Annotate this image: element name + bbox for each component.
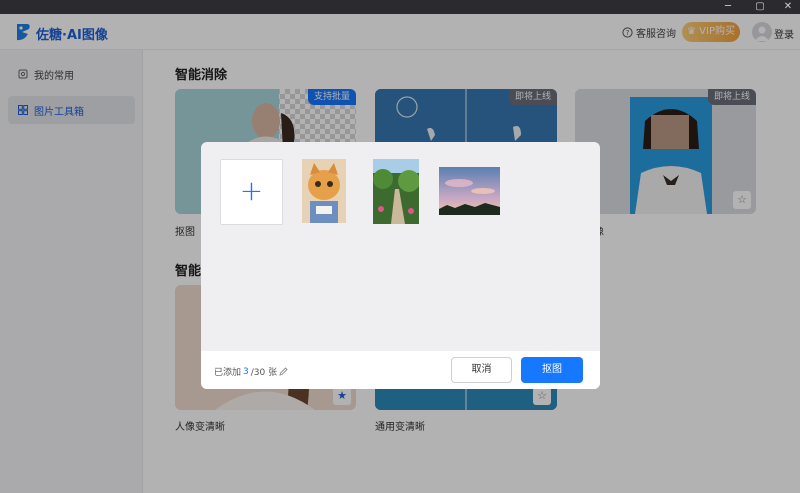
- plus-icon: +: [239, 174, 264, 207]
- add-image-button[interactable]: +: [220, 159, 283, 225]
- cutout-confirm-button[interactable]: 抠图: [521, 357, 583, 383]
- count-prefix: 已添加: [214, 368, 242, 378]
- garden-path-photo-thumbnail: [373, 159, 419, 224]
- dialog-footer: 已添加 3 /30 张 取消 抠图: [201, 351, 600, 389]
- cancel-button[interactable]: 取消: [451, 357, 512, 383]
- sunset-photo-thumbnail: [439, 167, 500, 215]
- batch-upload-dialog: + 已添加 3 /30 张 取消 抠图: [201, 142, 600, 389]
- count-current: 3: [243, 366, 249, 377]
- minimize-icon[interactable]: ─: [716, 0, 740, 14]
- uploaded-image-thumbnail[interactable]: [373, 159, 419, 224]
- count-suffix: /30 张: [250, 368, 278, 378]
- edit-icon[interactable]: [279, 367, 288, 376]
- cat-photo-thumbnail: [302, 159, 346, 223]
- close-icon[interactable]: ✕: [776, 0, 800, 14]
- window-titlebar: ─ ▢ ✕: [0, 0, 800, 14]
- maximize-icon[interactable]: ▢: [748, 0, 772, 14]
- image-count: 已添加 3 /30 张: [214, 365, 288, 378]
- uploaded-image-thumbnail[interactable]: [302, 159, 346, 223]
- uploaded-image-thumbnail[interactable]: [439, 167, 500, 215]
